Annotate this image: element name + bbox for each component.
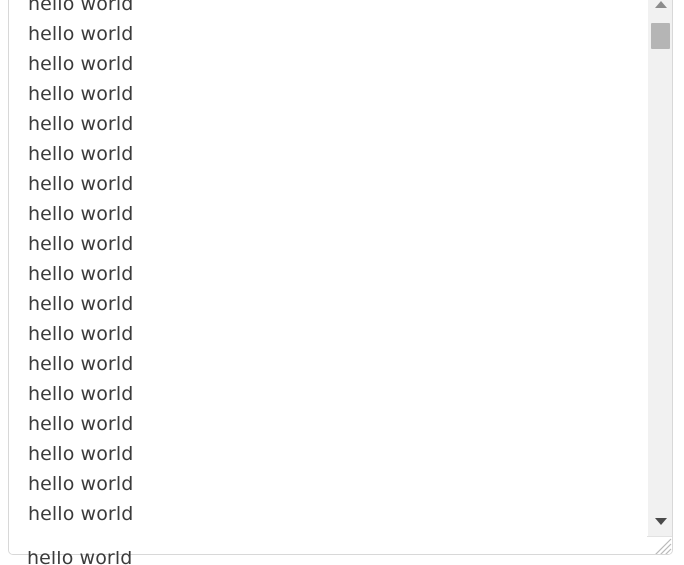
text-line: hello world	[28, 233, 134, 255]
text-line: hello world	[28, 113, 134, 135]
text-line: hello world	[28, 443, 134, 465]
scrollable-textarea[interactable]: hello world hello world hello world hell…	[8, 0, 673, 555]
text-line: hello world	[28, 203, 134, 225]
text-line: hello world	[28, 503, 134, 525]
scroll-up-button[interactable]	[648, 0, 672, 19]
text-line: hello world	[28, 413, 134, 435]
resize-grip[interactable]	[647, 536, 672, 554]
textarea-content-region[interactable]: hello world hello world hello world hell…	[9, 0, 648, 554]
chevron-down-icon	[654, 517, 667, 525]
text-line: hello world	[27, 551, 133, 565]
text-line: hello world	[28, 173, 134, 195]
scrollbar-track[interactable]	[648, 19, 672, 506]
chevron-up-icon	[654, 0, 667, 8]
text-line: hello world	[28, 263, 134, 285]
vertical-scrollbar[interactable]	[647, 0, 672, 554]
text-line: hello world	[28, 23, 134, 45]
screen-root: hello world hello world hello world hell…	[0, 0, 684, 565]
resize-grip-icon	[655, 538, 672, 554]
text-line: hello world	[28, 323, 134, 345]
text-line-list: hello world hello world hello world hell…	[28, 0, 628, 529]
text-line: hello world	[28, 383, 134, 405]
text-line: hello world	[28, 143, 134, 165]
text-line: hello world	[28, 353, 134, 375]
scrollbar-thumb[interactable]	[651, 23, 670, 49]
text-line: hello world	[28, 293, 134, 315]
scroll-down-button[interactable]	[648, 506, 672, 536]
text-line: hello world	[28, 53, 134, 75]
partial-text-line-clipped: hello world	[27, 551, 327, 565]
text-line: hello world	[28, 473, 134, 495]
text-line: hello world	[28, 83, 134, 105]
text-line: hello world	[28, 0, 134, 15]
